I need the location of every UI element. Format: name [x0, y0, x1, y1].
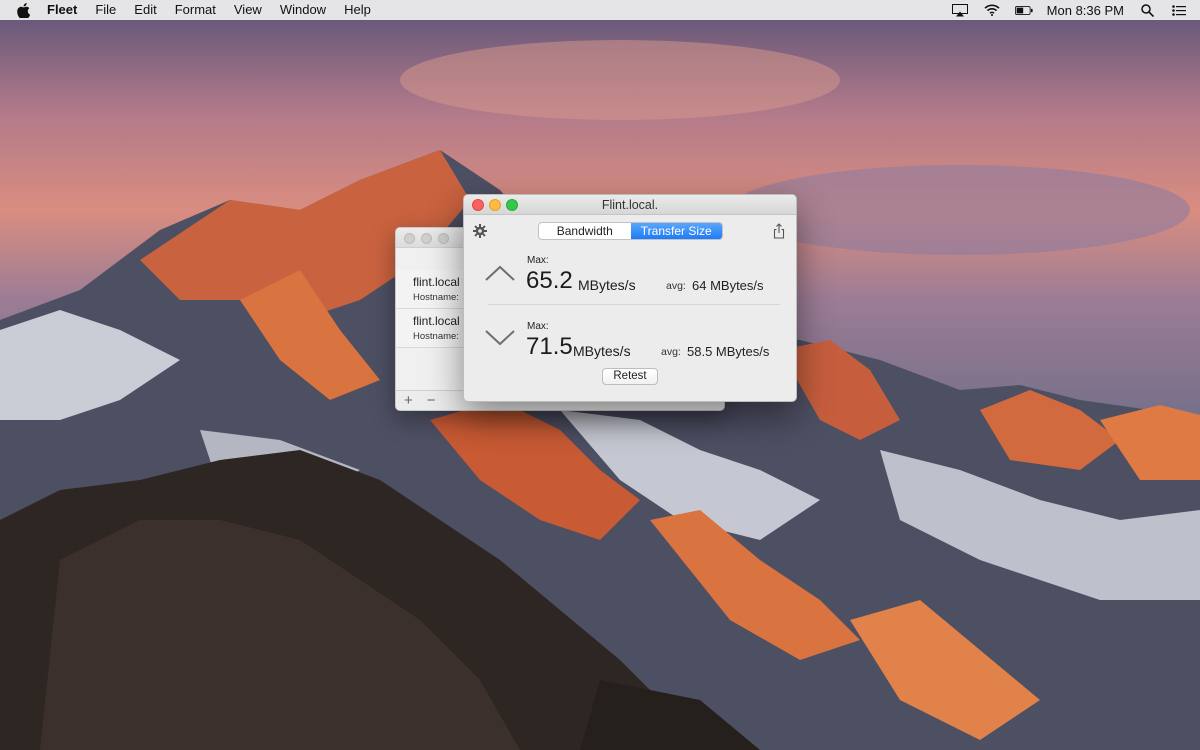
window-title: Flint.local. — [601, 198, 659, 212]
menu-format[interactable]: Format — [166, 0, 225, 20]
apple-icon[interactable] — [16, 2, 31, 18]
upload-result: Max: 65.2 MBytes/s avg: 64 MBytes/s — [464, 249, 796, 315]
upload-max-label: Max: — [527, 255, 549, 266]
airplay-icon[interactable] — [951, 3, 969, 17]
menu-edit[interactable]: Edit — [125, 0, 165, 20]
close-button[interactable] — [472, 199, 484, 211]
tab-bandwidth[interactable]: Bandwidth — [539, 223, 631, 239]
gear-icon[interactable] — [473, 224, 487, 238]
zoom-button[interactable] — [438, 233, 449, 244]
download-avg-label: avg: — [661, 346, 681, 358]
search-icon[interactable] — [1138, 3, 1156, 17]
zoom-button[interactable] — [506, 199, 518, 211]
download-max-value: 71.5 — [526, 333, 573, 360]
battery-icon[interactable] — [1014, 3, 1033, 17]
window-titlebar[interactable]: Flint.local. — [464, 195, 796, 215]
menu-clock[interactable]: Mon 8:36 PM — [1047, 3, 1124, 18]
download-avg-value: 58.5 MBytes/s — [687, 344, 770, 359]
download-max-label: Max: — [527, 321, 549, 332]
chevron-up-icon — [485, 264, 515, 282]
tab-transfer-size[interactable]: Transfer Size — [630, 223, 722, 239]
remove-server-button[interactable]: − — [427, 392, 436, 409]
download-unit: MBytes/s — [573, 343, 631, 359]
menu-window[interactable]: Window — [271, 0, 335, 20]
divider — [488, 304, 780, 305]
menu-app-name[interactable]: Fleet — [45, 0, 86, 20]
upload-avg-label: avg: — [666, 280, 686, 292]
menu-view[interactable]: View — [225, 0, 271, 20]
wifi-icon[interactable] — [983, 3, 1001, 17]
upload-unit: MBytes/s — [578, 277, 636, 293]
add-server-button[interactable]: + — [404, 392, 413, 409]
share-icon[interactable] — [772, 223, 786, 239]
retest-button[interactable]: Retest — [602, 368, 658, 385]
upload-max-value: 65.2 — [526, 267, 573, 294]
list-icon[interactable] — [1170, 3, 1188, 17]
chevron-down-icon — [485, 329, 515, 347]
minimize-button[interactable] — [421, 233, 432, 244]
menu-file[interactable]: File — [86, 0, 125, 20]
close-button[interactable] — [404, 233, 415, 244]
minimize-button[interactable] — [489, 199, 501, 211]
menu-bar: Fleet File Edit Format View Window Help … — [0, 0, 1200, 20]
speed-test-window: Flint.local. Bandwidth Transfer Size Max… — [463, 194, 797, 402]
view-mode-segmented-control: Bandwidth Transfer Size — [538, 222, 723, 240]
upload-avg-value: 64 MBytes/s — [692, 278, 764, 293]
menu-help[interactable]: Help — [335, 0, 380, 20]
window-toolbar: Bandwidth Transfer Size — [464, 215, 796, 249]
